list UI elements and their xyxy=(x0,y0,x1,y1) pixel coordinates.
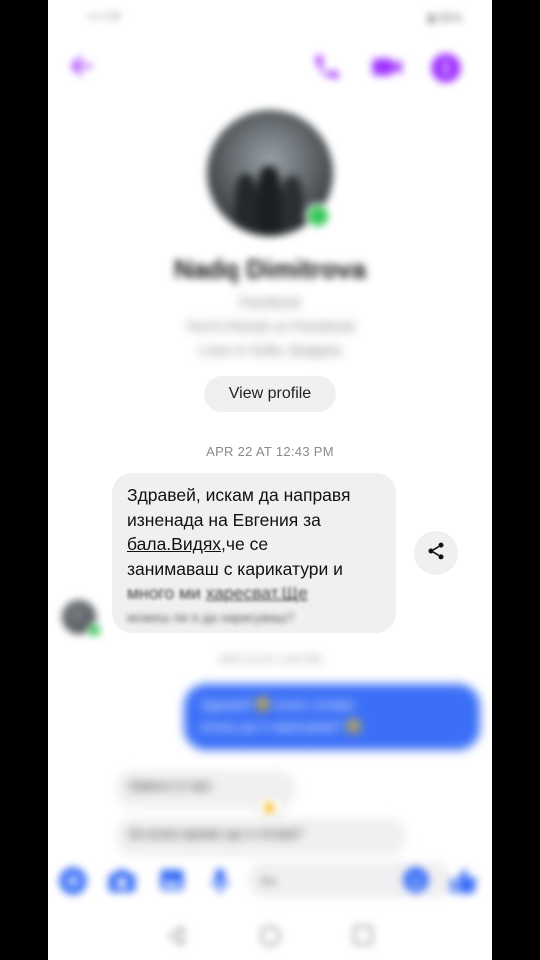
signal-indicator: ᵛ⁴⁾ ⁽ᴸᵀᴱ xyxy=(88,11,121,25)
message-line: искаш да я нарисувам? 😂 xyxy=(200,719,362,734)
outgoing-message-bubble[interactable]: Здравей 😂 колко голяма искаш да я нарису… xyxy=(184,684,480,750)
message-text: ,че се xyxy=(221,534,269,554)
message-line: занимаваш с карикатури и xyxy=(127,558,343,579)
gallery-icon[interactable] xyxy=(158,866,186,899)
message-link-text: бала.Видях xyxy=(127,534,222,554)
chat-header xyxy=(48,44,492,90)
share-button[interactable] xyxy=(414,531,458,575)
camera-icon[interactable] xyxy=(106,866,138,901)
reaction-badge: ✋ xyxy=(258,796,282,820)
phone-icon[interactable] xyxy=(312,52,342,87)
menu-icon[interactable] xyxy=(58,866,88,901)
profile-source: Facebook xyxy=(239,294,301,310)
back-arrow-icon[interactable] xyxy=(68,52,96,85)
view-profile-button[interactable]: View profile xyxy=(204,376,336,412)
message-text: Зависи от вас xyxy=(128,778,212,793)
message-line: можеш ли я да нарисуваш? xyxy=(127,609,295,625)
message-link-text: харесват.Ще xyxy=(205,583,308,603)
status-bar: ᵛ⁴⁾ ⁽ᴸᵀᴱ ▮ 55% xyxy=(48,0,492,36)
emoji-icon[interactable] xyxy=(402,866,430,899)
system-navigation-bar xyxy=(48,916,492,956)
nav-recents-icon[interactable] xyxy=(352,924,374,951)
message-line: много ми харесват.Ще xyxy=(127,581,382,606)
profile-name: Nadq Dimitrova xyxy=(173,254,367,284)
nav-back-icon[interactable] xyxy=(166,924,188,953)
message-line: бала.Видях,че се xyxy=(127,532,382,557)
profile-location-line: Lives in Sofia, Bulgaria xyxy=(198,342,342,358)
timestamp: APR 22 AT 1:05 PM xyxy=(218,654,322,666)
timestamp: APR 22 AT 12:43 PM xyxy=(206,444,334,459)
online-status-dot xyxy=(305,203,331,229)
message-line: изненада на Евгения за xyxy=(127,509,321,530)
message-line: Здравей, искам да направя xyxy=(127,485,351,505)
online-status-dot xyxy=(87,623,102,638)
message-text: За колко време ще я готова? xyxy=(128,826,303,841)
video-camera-icon[interactable] xyxy=(370,52,404,87)
profile-friends-line: You're friends on Facebook xyxy=(185,318,355,334)
message-composer xyxy=(48,860,492,902)
incoming-message-bubble[interactable]: Здравей, искам да направя изненада на Ев… xyxy=(112,473,396,633)
battery-indicator: ▮ 55% xyxy=(428,11,462,25)
info-icon[interactable] xyxy=(430,52,462,89)
message-line: Здравей 😂 колко голяма xyxy=(200,697,354,712)
messenger-screen: ᵛ⁴⁾ ⁽ᴸᵀᴱ ▮ 55% Nadq Dimitrova Facebook Y… xyxy=(48,0,492,960)
incoming-message-bubble[interactable]: За колко време ще я готова? xyxy=(116,818,406,856)
microphone-icon[interactable] xyxy=(208,866,232,901)
thumbs-up-icon[interactable] xyxy=(448,866,478,901)
nav-home-icon[interactable] xyxy=(258,924,282,953)
share-icon xyxy=(426,541,446,566)
message-text: много ми xyxy=(127,583,206,603)
